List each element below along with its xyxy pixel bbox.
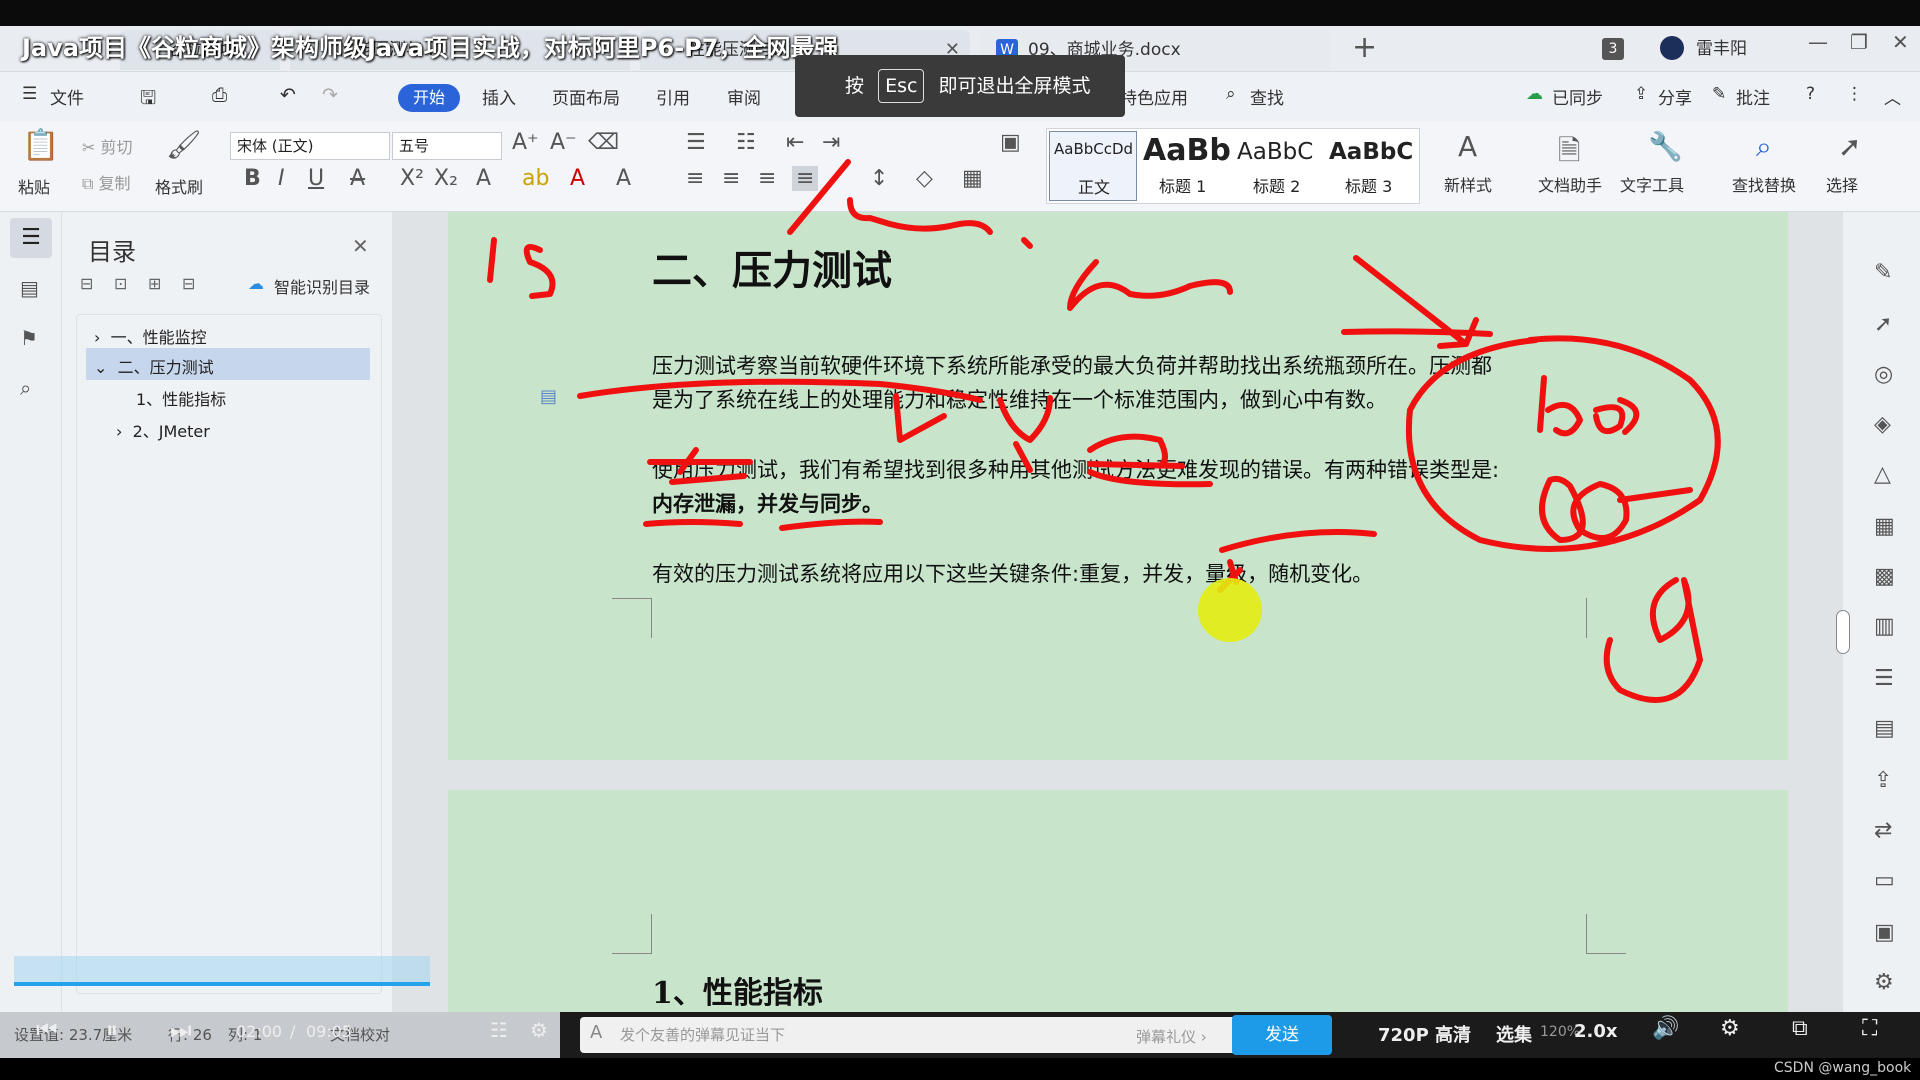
ink-stroke (1087, 469, 1213, 488)
ink-stroke (1593, 404, 1626, 435)
ink-stroke (893, 393, 947, 443)
ink-stroke (1617, 487, 1693, 503)
ink-stroke (523, 244, 556, 299)
ink-annotation-layer (487, 159, 1721, 703)
ink-stroke (1545, 401, 1583, 437)
ink-stroke (779, 518, 883, 531)
ink-stroke (577, 378, 983, 403)
ink-stroke (1537, 375, 1547, 433)
ink-stroke (1539, 475, 1586, 543)
ink-stroke (1603, 577, 1703, 703)
ink-stroke (787, 159, 851, 235)
ink-stroke (1021, 237, 1033, 249)
cursor-highlight (1198, 578, 1262, 642)
ink-stroke (1087, 461, 1185, 469)
ink-stroke (997, 395, 1053, 443)
ink-stroke (1219, 529, 1377, 553)
ink-stroke (1067, 259, 1233, 311)
ink-stroke (1405, 335, 1721, 552)
ink-stroke (487, 237, 497, 283)
ink-stroke (847, 197, 993, 235)
ink-stroke (669, 473, 747, 485)
ink-stroke (1013, 441, 1033, 473)
ink-stroke (643, 519, 743, 527)
